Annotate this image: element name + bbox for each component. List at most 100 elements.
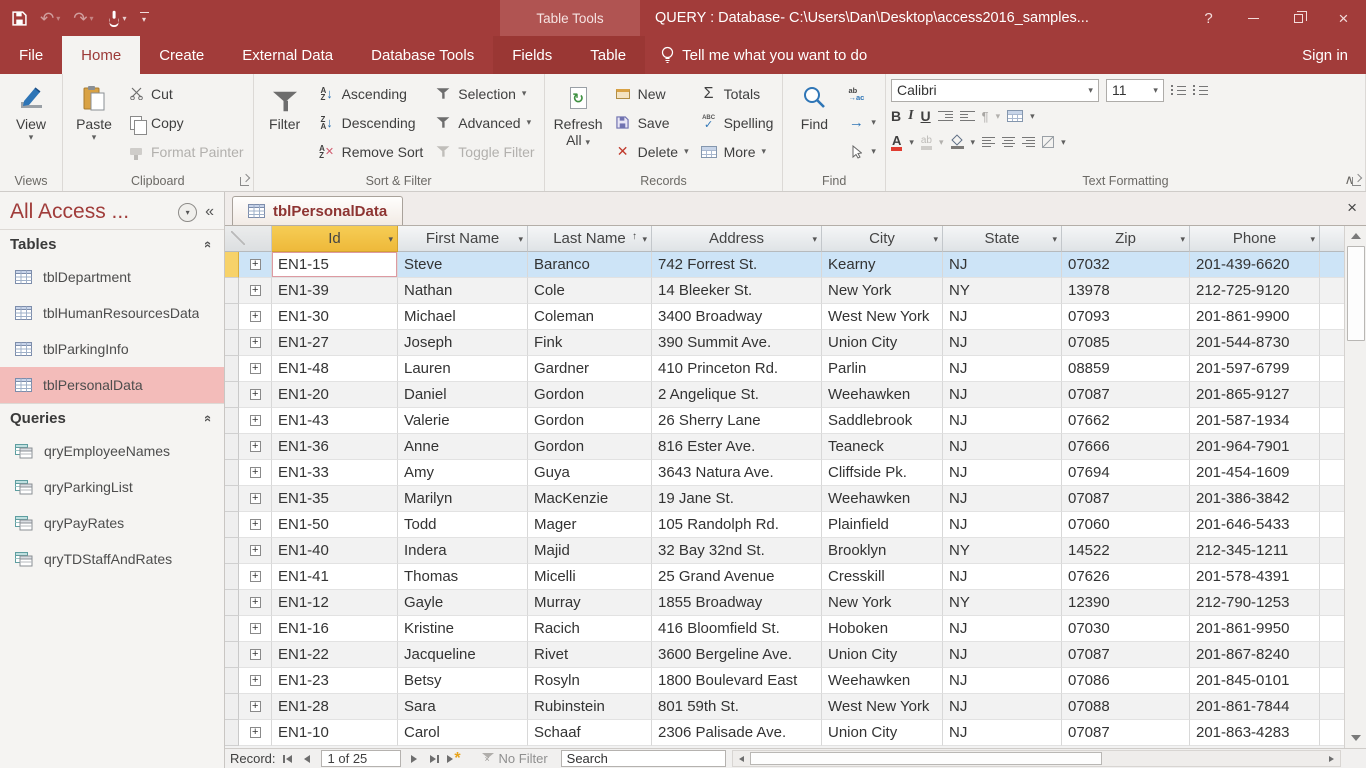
expand-record-button[interactable]	[239, 460, 272, 486]
object-tab-tblPersonalData[interactable]: tblPersonalData	[232, 196, 403, 225]
cell-last-name[interactable]: MacKenzie	[528, 486, 652, 512]
cell-last-name[interactable]: Schaaf	[528, 720, 652, 746]
cell-state[interactable]: NY	[943, 538, 1062, 564]
gridline-style-icon[interactable]	[1042, 136, 1054, 148]
tab-home[interactable]: Home	[62, 36, 140, 74]
cell-city[interactable]: New York	[822, 590, 943, 616]
cell-state[interactable]: NJ	[943, 252, 1062, 278]
save-icon[interactable]	[12, 11, 27, 26]
expand-record-button[interactable]	[239, 694, 272, 720]
find-button[interactable]: Find	[788, 77, 840, 132]
cell-first-name[interactable]: Michael	[398, 304, 528, 330]
last-record-button[interactable]	[426, 751, 443, 767]
sidebar-item-query[interactable]: qryParkingList	[0, 469, 224, 505]
cell-last-name[interactable]: Rubinstein	[528, 694, 652, 720]
cell-first-name[interactable]: Gayle	[398, 590, 528, 616]
cell-zip[interactable]: 07093	[1062, 304, 1190, 330]
table-row[interactable]: EN1-40 Indera Majid 32 Bay 32nd St. Broo…	[225, 538, 1366, 564]
expand-record-button[interactable]	[239, 668, 272, 694]
customize-quick-access-button[interactable]: ▾	[140, 12, 149, 24]
expand-record-button[interactable]	[239, 252, 272, 278]
record-search-box[interactable]	[561, 750, 726, 767]
cell-last-name[interactable]: Gardner	[528, 356, 652, 382]
view-button[interactable]: View ▾	[5, 77, 57, 143]
horizontal-scroll-thumb[interactable]	[750, 752, 1102, 765]
cell-address[interactable]: 3643 Natura Ave.	[652, 460, 822, 486]
tab-fields[interactable]: Fields	[493, 36, 571, 74]
cell-last-name[interactable]: Cole	[528, 278, 652, 304]
totals-button[interactable]: Σ Totals	[696, 79, 778, 108]
cell-address[interactable]: 26 Sherry Lane	[652, 408, 822, 434]
redo-button[interactable]: ↷▾	[73, 10, 93, 27]
cell-address[interactable]: 3400 Broadway	[652, 304, 822, 330]
record-selector[interactable]	[225, 408, 239, 434]
sidebar-item-table[interactable]: tblHumanResourcesData	[0, 295, 224, 331]
cell-city[interactable]: Hoboken	[822, 616, 943, 642]
table-row[interactable]: EN1-23 Betsy Rosyln 1800 Boulevard East …	[225, 668, 1366, 694]
remove-sort-button[interactable]: AZ✕ Remove Sort	[314, 137, 428, 166]
new-record-button[interactable]: New	[610, 79, 693, 108]
scroll-up-button[interactable]	[1345, 226, 1366, 246]
table-row[interactable]: EN1-15 Steve Baranco 742 Forrest St. Kea…	[225, 252, 1366, 278]
cell-city[interactable]: Union City	[822, 330, 943, 356]
align-center-icon[interactable]	[1002, 137, 1015, 147]
cell-id[interactable]: EN1-36	[272, 434, 398, 460]
record-selector[interactable]	[225, 434, 239, 460]
cell-zip[interactable]: 14522	[1062, 538, 1190, 564]
cell-state[interactable]: NJ	[943, 330, 1062, 356]
sidebar-item-query[interactable]: qryPayRates	[0, 505, 224, 541]
undo-button[interactable]: ↶▾	[40, 10, 60, 27]
nav-pane-menu-button[interactable]: ▾	[178, 203, 197, 222]
cell-city[interactable]: Weehawken	[822, 486, 943, 512]
align-right-icon[interactable]	[1022, 137, 1035, 147]
cell-phone[interactable]: 201-861-9950	[1190, 616, 1320, 642]
column-header-id[interactable]: Id▾	[272, 226, 398, 252]
cell-city[interactable]: West New York	[822, 694, 943, 720]
cell-address[interactable]: 742 Forrest St.	[652, 252, 822, 278]
section-header-tables[interactable]: Tables «	[0, 229, 224, 259]
sidebar-item-query[interactable]: qryEmployeeNames	[0, 433, 224, 469]
cell-phone[interactable]: 201-861-7844	[1190, 694, 1320, 720]
cell-phone[interactable]: 201-845-0101	[1190, 668, 1320, 694]
record-selector[interactable]	[225, 382, 239, 408]
descending-button[interactable]: ZA↓ Descending	[314, 108, 428, 137]
table-row[interactable]: EN1-39 Nathan Cole 14 Bleeker St. New Yo…	[225, 278, 1366, 304]
touch-mode-button[interactable]: ▾	[107, 10, 127, 27]
expand-record-button[interactable]	[239, 408, 272, 434]
tab-external-data[interactable]: External Data	[223, 36, 352, 74]
column-header-zip[interactable]: Zip▾	[1062, 226, 1190, 252]
cell-zip[interactable]: 12390	[1062, 590, 1190, 616]
cell-last-name[interactable]: Fink	[528, 330, 652, 356]
cell-state[interactable]: NJ	[943, 356, 1062, 382]
record-selector[interactable]	[225, 616, 239, 642]
cell-phone[interactable]: 201-544-8730	[1190, 330, 1320, 356]
record-selector[interactable]	[225, 486, 239, 512]
cell-phone[interactable]: 201-587-1934	[1190, 408, 1320, 434]
sidebar-item-query[interactable]: qryTDStaffAndRates	[0, 541, 224, 577]
cell-last-name[interactable]: Murray	[528, 590, 652, 616]
shutter-bar-button[interactable]: «	[205, 203, 216, 221]
cell-id[interactable]: EN1-12	[272, 590, 398, 616]
next-record-button[interactable]	[406, 751, 423, 767]
record-selector[interactable]	[225, 304, 239, 330]
bold-button[interactable]: B	[891, 108, 901, 124]
expand-record-button[interactable]	[239, 642, 272, 668]
cell-first-name[interactable]: Carol	[398, 720, 528, 746]
cell-last-name[interactable]: Guya	[528, 460, 652, 486]
cell-first-name[interactable]: Amy	[398, 460, 528, 486]
record-selector[interactable]	[225, 512, 239, 538]
table-row[interactable]: EN1-16 Kristine Racich 416 Bloomfield St…	[225, 616, 1366, 642]
cell-address[interactable]: 25 Grand Avenue	[652, 564, 822, 590]
italic-button[interactable]: I	[908, 108, 913, 124]
column-header-first-name[interactable]: First Name▾	[398, 226, 528, 252]
cell-address[interactable]: 410 Princeton Rd.	[652, 356, 822, 382]
sidebar-item-table[interactable]: tblPersonalData	[0, 367, 224, 403]
column-header-city[interactable]: City▾	[822, 226, 943, 252]
cell-first-name[interactable]: Jacqueline	[398, 642, 528, 668]
cell-first-name[interactable]: Daniel	[398, 382, 528, 408]
toggle-filter-button[interactable]: Toggle Filter	[430, 137, 538, 166]
cell-city[interactable]: Union City	[822, 720, 943, 746]
expand-record-button[interactable]	[239, 616, 272, 642]
font-name-combo[interactable]: Calibri▾	[891, 79, 1099, 102]
tab-table[interactable]: Table	[571, 36, 645, 74]
